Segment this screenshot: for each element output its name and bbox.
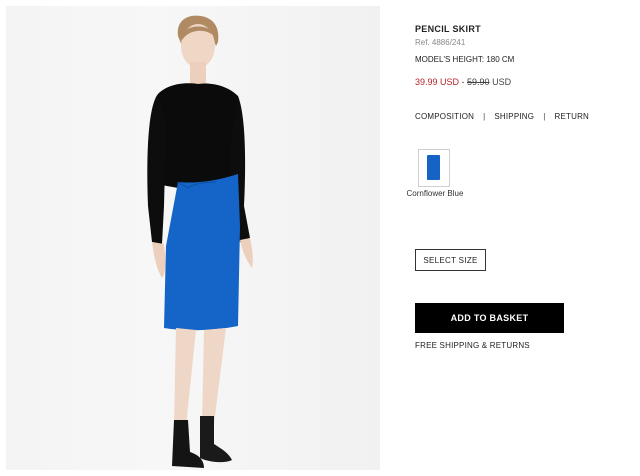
price: 39.99 USD - 59.90 USD (415, 77, 511, 87)
model-height: MODEL'S HEIGHT: 180 CM (415, 55, 515, 64)
color-name: Cornflower Blue (406, 189, 464, 198)
return-link[interactable]: RETURN (555, 112, 590, 121)
sale-price: 39.99 USD (415, 77, 460, 87)
product-title: PENCIL SKIRT (415, 24, 481, 34)
link-separator: | (483, 112, 486, 121)
select-size-button[interactable]: SELECT SIZE (415, 249, 486, 271)
product-reference: Ref. 4886/241 (415, 38, 466, 47)
product-photo (6, 6, 380, 470)
shipping-link[interactable]: SHIPPING (494, 112, 534, 121)
add-to-basket-button[interactable]: ADD TO BASKET (415, 303, 564, 333)
old-price-currency: USD (489, 77, 512, 87)
info-links: COMPOSITION | SHIPPING | RETURN (415, 112, 589, 121)
old-price: 59.90 (467, 77, 490, 87)
model-figure (147, 15, 253, 468)
price-separator: - (459, 77, 468, 87)
link-separator: | (543, 112, 546, 121)
color-swatch-cornflower-blue[interactable] (418, 149, 450, 187)
free-shipping-note: FREE SHIPPING & RETURNS (415, 341, 530, 350)
skirt-swatch-icon (427, 155, 440, 180)
composition-link[interactable]: COMPOSITION (415, 112, 474, 121)
